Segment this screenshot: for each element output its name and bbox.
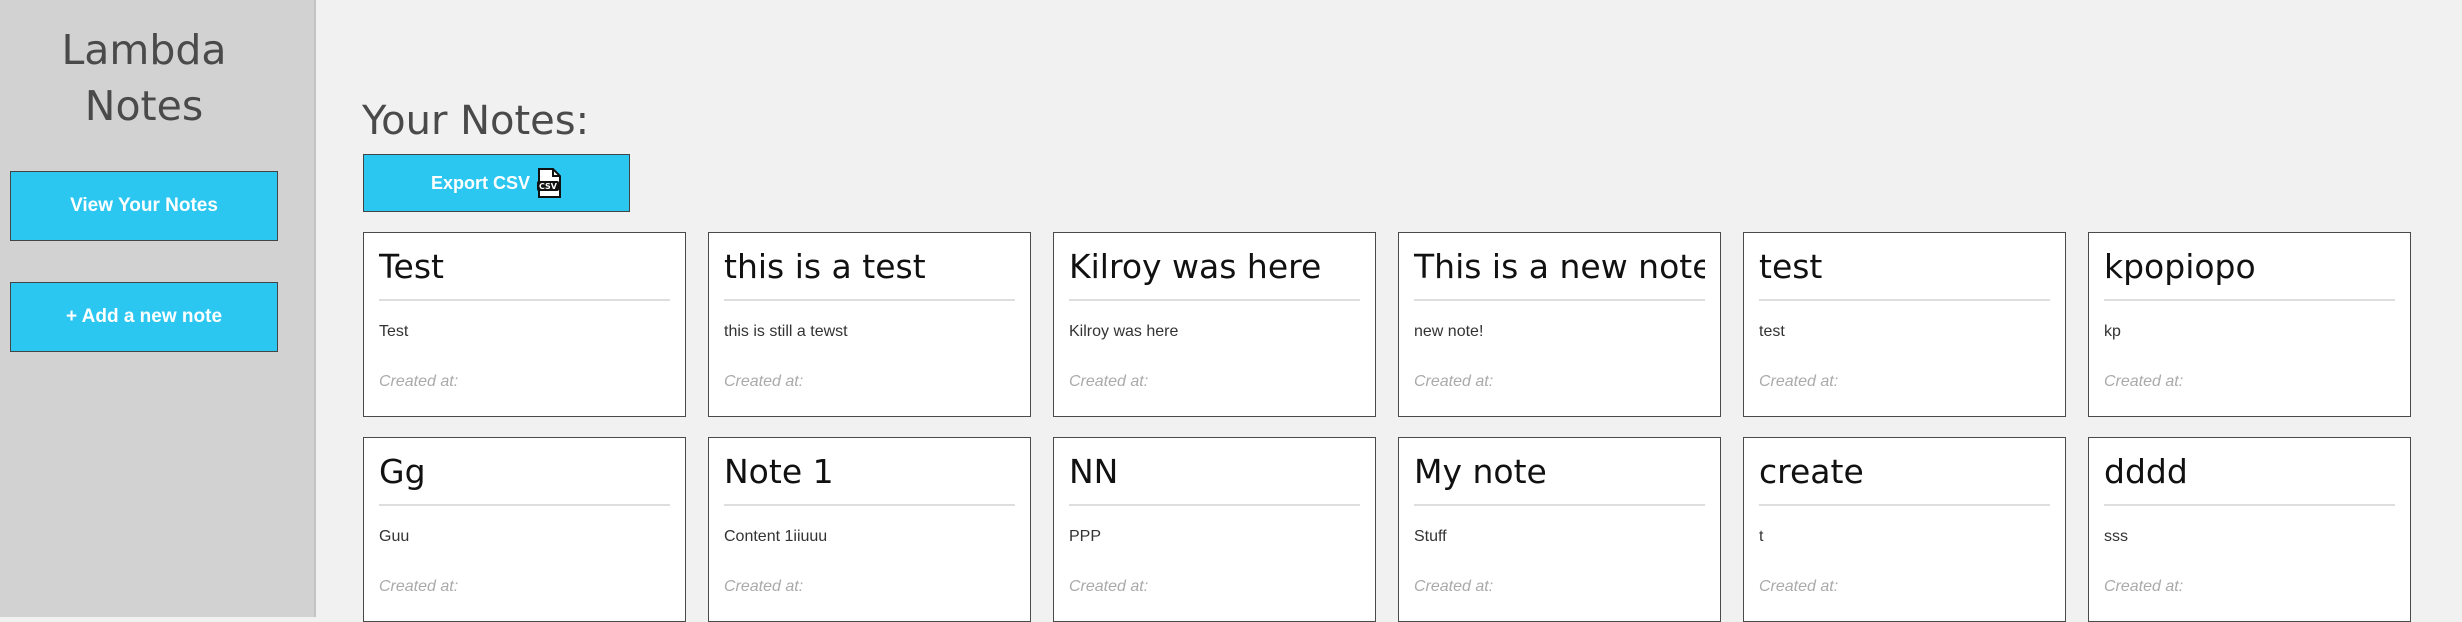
- note-title: Note 1: [724, 438, 1015, 506]
- main-content: Your Notes: Export CSV CSV Test Test Creat…: [316, 0, 2462, 622]
- note-card[interactable]: Test Test Created at:: [363, 232, 686, 417]
- note-content: new note!: [1414, 323, 1484, 340]
- note-card[interactable]: This is a new note new note! Created at:: [1398, 232, 1721, 417]
- note-content: Guu: [379, 528, 410, 545]
- note-created-at: Created at:: [1414, 373, 1494, 390]
- note-title: Gg: [379, 438, 670, 506]
- note-created-at: Created at:: [2104, 373, 2184, 390]
- note-content: t: [1759, 528, 1764, 545]
- view-notes-button[interactable]: View Your Notes: [10, 171, 278, 241]
- app-title: Lambda Notes: [0, 22, 288, 134]
- note-title: My note: [1414, 438, 1705, 506]
- csv-file-icon: CSV: [536, 168, 562, 198]
- note-card[interactable]: Gg Guu Created at:: [363, 437, 686, 622]
- app-title-line2: Notes: [84, 82, 204, 130]
- note-card[interactable]: My note Stuff Created at:: [1398, 437, 1721, 622]
- note-created-at: Created at:: [1069, 373, 1149, 390]
- view-notes-label: View Your Notes: [70, 195, 218, 216]
- note-content: sss: [2104, 528, 2128, 545]
- note-title: test: [1759, 233, 2050, 301]
- note-title: Kilroy was here: [1069, 233, 1360, 301]
- note-card[interactable]: create t Created at:: [1743, 437, 2066, 622]
- note-content: this is still a tewst: [724, 323, 848, 340]
- note-title: this is a test: [724, 233, 1015, 301]
- export-csv-button[interactable]: Export CSV CSV: [363, 154, 630, 212]
- note-title: create: [1759, 438, 2050, 506]
- note-card[interactable]: kpopiopo kp Created at:: [2088, 232, 2411, 417]
- note-created-at: Created at:: [1759, 578, 1839, 595]
- note-card[interactable]: NN PPP Created at:: [1053, 437, 1376, 622]
- note-card[interactable]: this is a test this is still a tewst Creat…: [708, 232, 1031, 417]
- note-title: kpopiopo: [2104, 233, 2395, 301]
- note-created-at: Created at:: [1069, 578, 1149, 595]
- note-content: Kilroy was here: [1069, 323, 1179, 340]
- note-card[interactable]: Kilroy was here Kilroy was here Created at…: [1053, 232, 1376, 417]
- note-content: Content 1iiuuu: [724, 528, 828, 545]
- note-card[interactable]: dddd sss Created at:: [2088, 437, 2411, 622]
- note-card[interactable]: Note 1 Content 1iiuuu Created at:: [708, 437, 1031, 622]
- note-content: Stuff: [1414, 528, 1447, 545]
- note-created-at: Created at:: [379, 578, 459, 595]
- note-created-at: Created at:: [1414, 578, 1494, 595]
- note-content: PPP: [1069, 528, 1102, 545]
- notes-grid: Test Test Created at: this is a test this is…: [363, 232, 2411, 622]
- note-card[interactable]: test test Created at:: [1743, 232, 2066, 417]
- note-content: Test: [379, 323, 409, 340]
- export-csv-label: Export CSV: [430, 172, 531, 193]
- page-title: Your Notes:: [362, 98, 590, 144]
- note-title: dddd: [2104, 438, 2395, 506]
- add-note-label: + Add a new note: [65, 306, 223, 327]
- note-created-at: Created at:: [2104, 578, 2184, 595]
- add-note-button[interactable]: + Add a new note: [10, 282, 278, 352]
- app-title-line1: Lambda: [61, 26, 227, 74]
- note-content: test: [1759, 323, 1785, 340]
- note-created-at: Created at:: [724, 578, 804, 595]
- note-content: kp: [2104, 323, 2121, 340]
- note-title: This is a new note: [1414, 233, 1705, 301]
- note-created-at: Created at:: [724, 373, 804, 390]
- note-title: Test: [379, 233, 670, 301]
- svg-text:CSV: CSV: [539, 182, 558, 191]
- note-created-at: Created at:: [379, 373, 459, 390]
- note-created-at: Created at:: [1759, 373, 1839, 390]
- sidebar: Lambda Notes View Your Notes + Add a new…: [0, 0, 316, 617]
- note-title: NN: [1069, 438, 1360, 506]
